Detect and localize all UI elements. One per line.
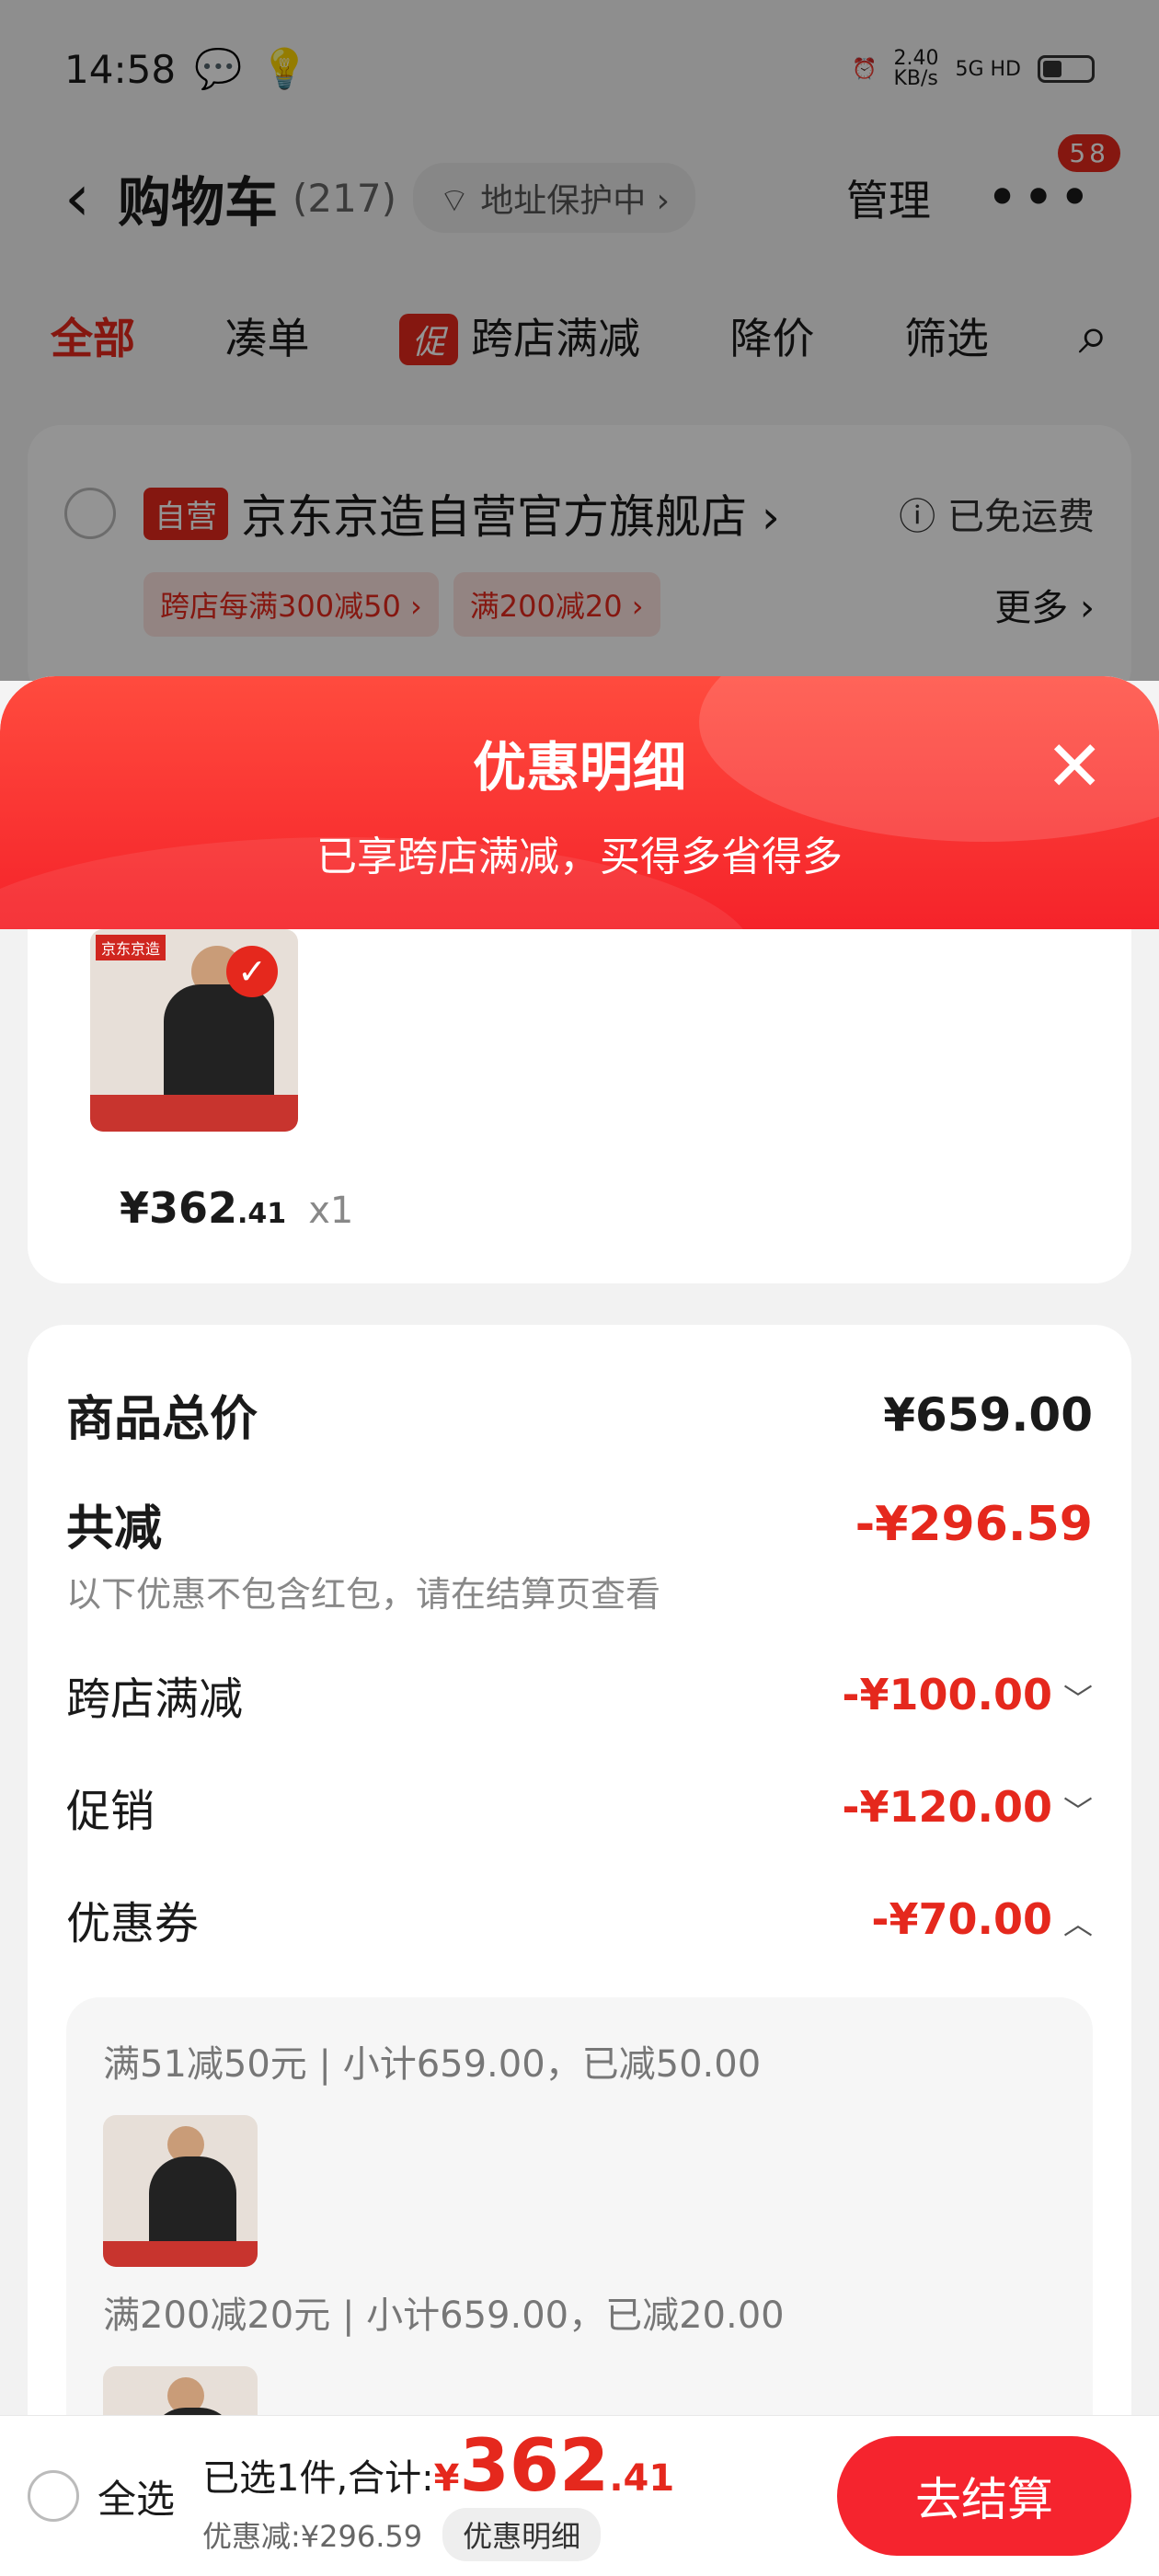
discount-value: -¥120.00 — [842, 1782, 1052, 1832]
discount-label: 优惠券 — [66, 1898, 200, 1949]
chevron-up-icon: ︿ — [1062, 1906, 1093, 1941]
select-all-checkbox[interactable] — [28, 2470, 79, 2522]
currency-symbol: ¥ — [433, 2457, 460, 2500]
discount-detail-sheet: 优惠明细 已享跨店满减，买得多省得多 ✕ 京东京造 ✓ ¥362.41 x1 商品… — [0, 676, 1159, 2576]
reduce-note: 以下优惠不包含红包，请在结算页查看 — [66, 1574, 661, 1615]
coupon-detail-line: 满51减50元 | 小计659.00，已减50.00 — [103, 2043, 762, 2086]
discount-row-promotion[interactable]: 促销 -¥120.00 ﹀ — [66, 1775, 1093, 1839]
chevron-down-icon: ﹀ — [1062, 1682, 1093, 1717]
product-thumbnail-small — [103, 2115, 258, 2267]
sheet-subtitle: 已享跨店满减，买得多省得多 — [316, 834, 843, 880]
total-reduce-label: 共减 — [66, 1501, 163, 1557]
item-qty: x1 — [308, 1190, 354, 1232]
discount-row-coupon[interactable]: 优惠券 -¥70.00 ︿ — [66, 1887, 1093, 1951]
total-reduce-value: -¥296.59 — [855, 1496, 1093, 1552]
goods-total-label: 商品总价 — [66, 1392, 258, 1447]
discount-label: 跨店满减 — [66, 1673, 244, 1725]
product-thumbnail: 京东京造 ✓ — [90, 929, 298, 1132]
item-card: 京东京造 ✓ ¥362.41 x1 — [28, 929, 1131, 1283]
discount-row-cross-store[interactable]: 跨店满减 -¥100.00 ﹀ — [66, 1662, 1093, 1727]
discount-label: 促销 — [66, 1786, 155, 1837]
select-all-label[interactable]: 全选 — [98, 2468, 175, 2524]
item-price-dec: .41 — [237, 1198, 287, 1230]
discount-value: -¥70.00 — [871, 1894, 1052, 1944]
checkout-button[interactable]: 去结算 — [837, 2436, 1131, 2556]
brand-logo: 京东京造 — [96, 935, 166, 960]
item-price: ¥362.41 x1 — [120, 1183, 353, 1233]
total-dec: .41 — [609, 2457, 675, 2500]
discount-summary-text: 优惠减:¥296.59 — [202, 2519, 423, 2554]
discount-value: -¥100.00 — [842, 1670, 1052, 1719]
sheet-header: 优惠明细 已享跨店满减，买得多省得多 ✕ — [0, 676, 1159, 929]
checkout-total: ¥362.41 — [434, 2431, 675, 2502]
promo-strip — [103, 2241, 258, 2267]
checkout-bar: 全选 已选1件,合计: ¥362.41 优惠减:¥296.59 优惠明细 去结算 — [0, 2415, 1159, 2576]
goods-total-value: ¥659.00 — [883, 1387, 1093, 1442]
promo-strip — [90, 1095, 298, 1132]
total-int: 362 — [459, 2425, 610, 2508]
modal-backdrop[interactable] — [0, 0, 1159, 681]
discount-detail-button[interactable]: 优惠明细 — [442, 2508, 602, 2561]
item-price-int: ¥362 — [120, 1183, 238, 1233]
close-icon[interactable]: ✕ — [1045, 731, 1104, 801]
chevron-down-icon: ﹀ — [1062, 1794, 1093, 1829]
selected-check-icon: ✓ — [226, 946, 278, 997]
coupon-detail-line: 满200减20元 | 小计659.00，已减20.00 — [103, 2294, 785, 2337]
selected-count-text: 已选1件,合计: — [202, 2457, 434, 2500]
checkout-summary: 已选1件,合计: ¥362.41 优惠减:¥296.59 优惠明细 — [202, 2431, 674, 2561]
sheet-title: 优惠明细 — [472, 736, 686, 799]
price-summary: 商品总价 ¥659.00 共减 -¥296.59 以下优惠不包含红包，请在结算页… — [28, 1325, 1131, 2549]
